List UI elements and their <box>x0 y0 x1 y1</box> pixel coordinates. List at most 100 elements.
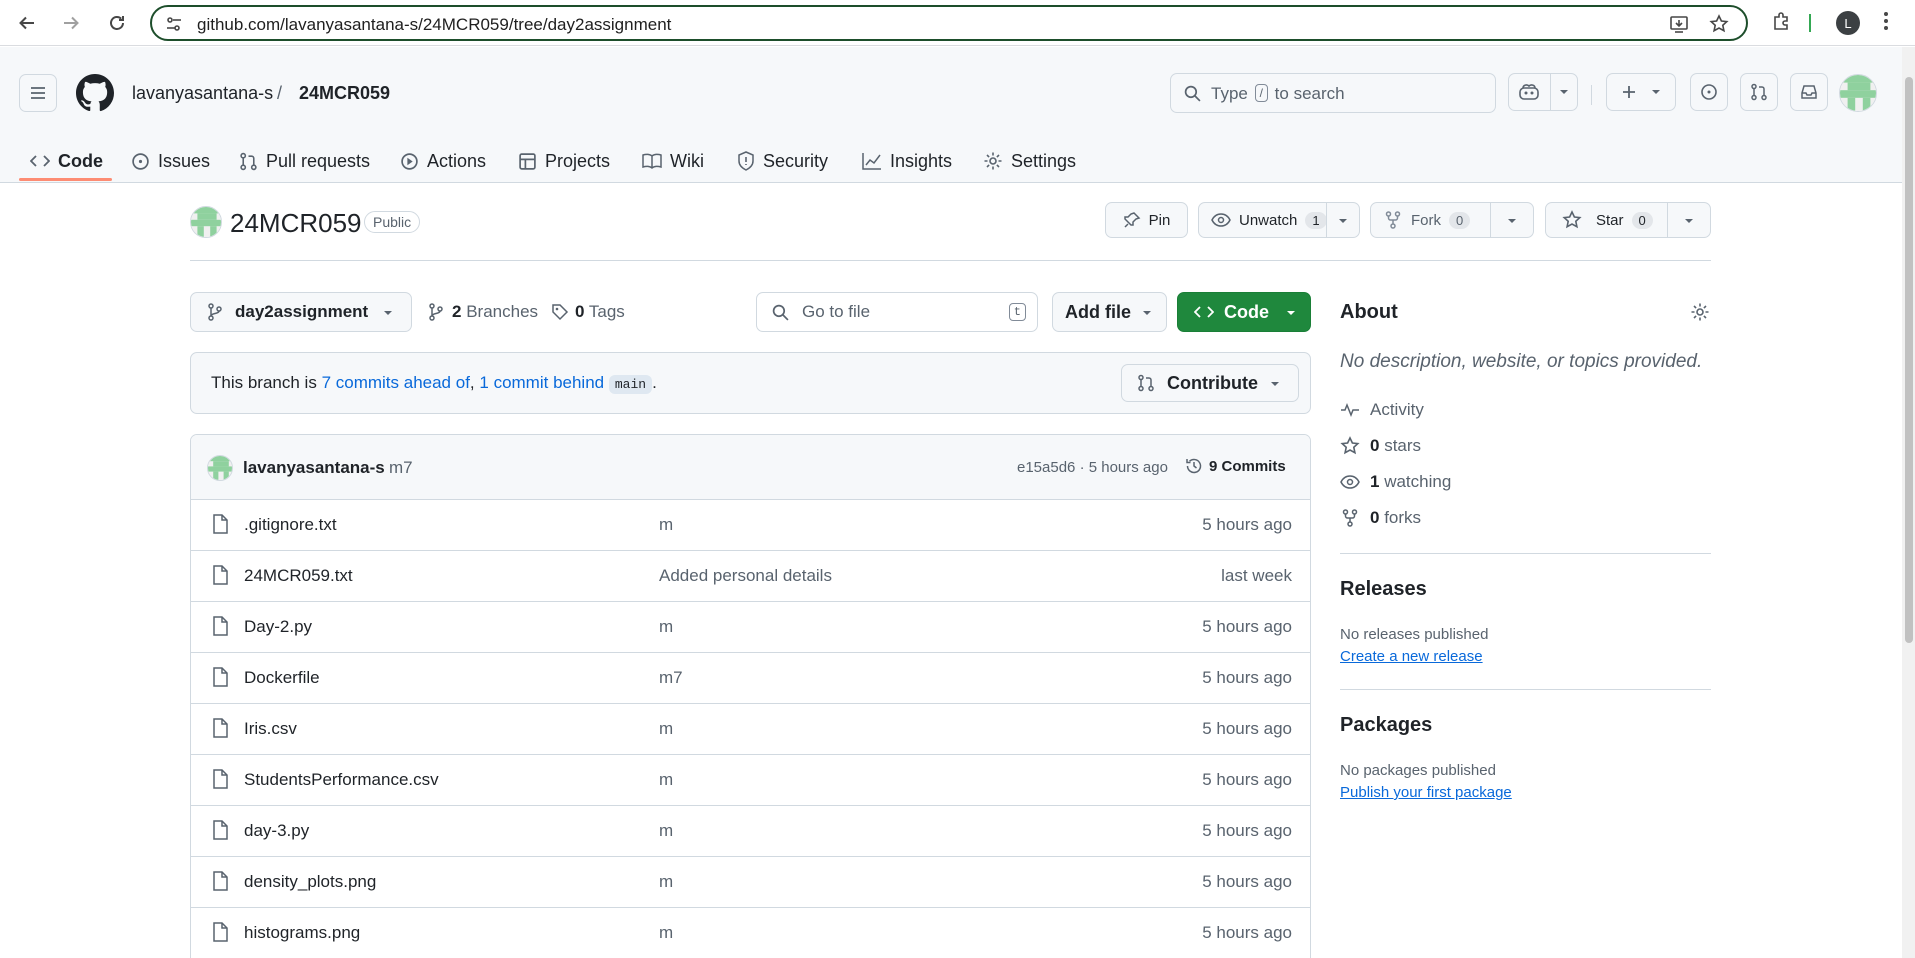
repo-owner-avatar[interactable] <box>190 206 222 238</box>
tab-settings[interactable]: Settings <box>983 141 1076 181</box>
file-icon <box>211 718 229 738</box>
create-new-button[interactable] <box>1606 73 1676 111</box>
site-info-icon[interactable] <box>165 15 183 33</box>
commit-author-avatar[interactable] <box>207 455 233 481</box>
tab-code[interactable]: Code <box>30 141 103 181</box>
file-name[interactable]: histograms.png <box>244 923 360 943</box>
commit-author[interactable]: lavanyasantana-s <box>243 458 385 478</box>
file-icon <box>211 871 229 891</box>
file-commit-message[interactable]: m <box>659 617 673 637</box>
tab-actions[interactable]: Actions <box>400 141 486 181</box>
file-row[interactable]: Day-2.py m 5 hours ago <box>191 602 1310 653</box>
file-commit-message[interactable]: m <box>659 770 673 790</box>
chevron-down-icon[interactable] <box>1338 218 1348 224</box>
file-row[interactable]: .gitignore.txt m 5 hours ago <box>191 500 1310 551</box>
install-app-icon[interactable] <box>1669 14 1689 34</box>
go-to-file-input[interactable]: Go to file t <box>756 292 1038 332</box>
plus-icon <box>1623 86 1635 98</box>
pull-requests-button[interactable] <box>1740 73 1778 111</box>
chevron-down-icon[interactable] <box>1684 218 1694 224</box>
branch-selector[interactable]: day2assignment <box>190 292 412 332</box>
forward-icon[interactable] <box>56 8 86 38</box>
global-search-input[interactable]: Type / to search <box>1170 73 1496 113</box>
chevron-down-icon[interactable] <box>1507 218 1517 224</box>
tab-wiki[interactable]: Wiki <box>642 141 704 181</box>
scrollbar-thumb[interactable] <box>1905 77 1913 643</box>
back-icon[interactable] <box>12 8 42 38</box>
about-settings-gear-icon[interactable] <box>1690 302 1710 322</box>
branches-link[interactable]: 2 Branches <box>428 302 538 322</box>
watching-link[interactable]: 1 watching <box>1340 472 1451 492</box>
user-avatar[interactable] <box>1839 74 1877 112</box>
fork-icon <box>1342 509 1358 527</box>
publish-package-link[interactable]: Publish your first package <box>1340 784 1512 801</box>
packages-title[interactable]: Packages <box>1340 714 1432 737</box>
file-name[interactable]: .gitignore.txt <box>244 515 337 535</box>
issues-button[interactable] <box>1690 73 1728 111</box>
bookmark-star-icon[interactable] <box>1709 14 1729 34</box>
file-commit-message[interactable]: m <box>659 923 673 943</box>
commits-history-link[interactable]: 9 Commits <box>1185 457 1286 475</box>
repo-name[interactable]: 24MCR059 <box>230 208 362 239</box>
profile-avatar[interactable]: L <box>1836 11 1860 35</box>
unwatch-button[interactable]: Unwatch 1 <box>1198 202 1360 238</box>
tags-link[interactable]: 0 Tags <box>551 302 625 322</box>
file-row[interactable]: StudentsPerformance.csv m 5 hours ago <box>191 755 1310 806</box>
forks-link[interactable]: 0 forks <box>1340 508 1421 528</box>
breadcrumb-separator: / <box>277 83 283 103</box>
inbox-icon <box>1801 85 1817 99</box>
file-row[interactable]: day-3.py m 5 hours ago <box>191 806 1310 857</box>
file-name[interactable]: Day-2.py <box>244 617 312 637</box>
base-branch-label[interactable]: main <box>608 375 653 394</box>
tab-pull-requests[interactable]: Pull requests <box>239 141 370 181</box>
file-row[interactable]: Iris.csv m 5 hours ago <box>191 704 1310 755</box>
code-button[interactable]: Code <box>1177 292 1311 332</box>
copilot-button[interactable] <box>1508 73 1578 111</box>
file-commit-message[interactable]: Added personal details <box>659 566 832 586</box>
tab-projects[interactable]: Projects <box>518 141 610 181</box>
add-file-button[interactable]: Add file <box>1052 292 1167 332</box>
hamburger-menu-button[interactable] <box>19 74 57 112</box>
header-divider <box>190 260 1711 261</box>
star-button[interactable]: Star 0 <box>1545 202 1711 238</box>
chevron-down-icon <box>1287 311 1295 315</box>
extensions-icon[interactable] <box>1771 10 1793 32</box>
commit-hash-time[interactable]: e15a5d6 · 5 hours ago <box>1017 459 1168 476</box>
file-name[interactable]: Iris.csv <box>244 719 297 739</box>
file-name[interactable]: Dockerfile <box>244 668 320 688</box>
fork-button[interactable]: Fork 0 <box>1370 202 1534 238</box>
file-row[interactable]: Dockerfile m7 5 hours ago <box>191 653 1310 704</box>
tab-security[interactable]: Security <box>737 141 828 181</box>
reload-icon[interactable] <box>102 8 132 38</box>
github-logo-icon[interactable] <box>76 74 114 112</box>
commit-message[interactable]: m7 <box>389 458 413 478</box>
menu-kebab-icon[interactable] <box>1883 10 1889 32</box>
create-release-link[interactable]: Create a new release <box>1340 648 1483 665</box>
file-commit-message[interactable]: m7 <box>659 668 683 688</box>
contribute-button[interactable]: Contribute <box>1121 364 1299 402</box>
breadcrumb-owner[interactable]: lavanyasantana-s <box>132 83 273 104</box>
tab-issues[interactable]: Issues <box>131 141 210 181</box>
file-commit-message[interactable]: m <box>659 821 673 841</box>
file-row[interactable]: 24MCR059.txt Added personal details last w… <box>191 551 1310 602</box>
breadcrumb-repo[interactable]: 24MCR059 <box>299 83 390 104</box>
file-name[interactable]: StudentsPerformance.csv <box>244 770 439 790</box>
file-commit-message[interactable]: m <box>659 872 673 892</box>
inbox-button[interactable] <box>1790 73 1828 111</box>
file-commit-message[interactable]: m <box>659 515 673 535</box>
file-name[interactable]: 24MCR059.txt <box>244 566 353 586</box>
page-scrollbar[interactable] <box>1902 47 1915 958</box>
file-name[interactable]: day-3.py <box>244 821 309 841</box>
commits-behind-link[interactable]: 1 commit behind <box>479 373 604 392</box>
file-row[interactable]: density_plots.png m 5 hours ago <box>191 857 1310 908</box>
pin-button[interactable]: Pin <box>1105 202 1188 238</box>
stars-link[interactable]: 0 stars <box>1340 436 1421 456</box>
commits-ahead-link[interactable]: 7 commits ahead of <box>322 373 470 392</box>
address-bar[interactable]: github.com/lavanyasantana-s/24MCR059/tre… <box>150 5 1748 41</box>
file-commit-message[interactable]: m <box>659 719 673 739</box>
file-name[interactable]: density_plots.png <box>244 872 376 892</box>
tab-insights[interactable]: Insights <box>862 141 952 181</box>
file-row[interactable]: histograms.png m 5 hours ago <box>191 908 1310 958</box>
releases-title[interactable]: Releases <box>1340 578 1427 601</box>
activity-link[interactable]: Activity <box>1340 400 1424 420</box>
